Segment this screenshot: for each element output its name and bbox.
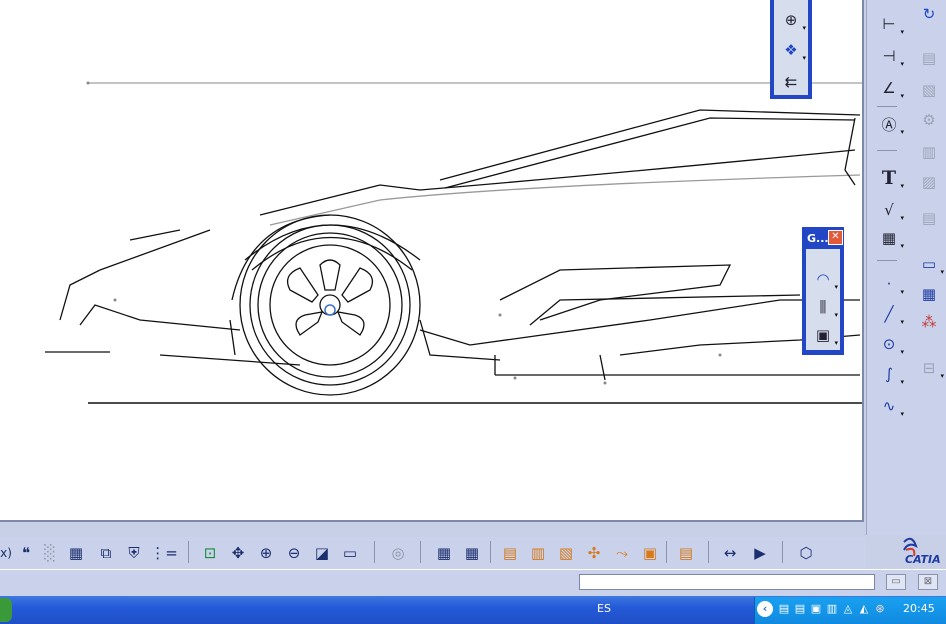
- dimension-properties-icon[interactable]: ⊣ ▾: [877, 44, 904, 68]
- catia-logo-text: CATIA: [905, 553, 941, 566]
- frame-icon[interactable]: ▣ ▾: [811, 323, 838, 347]
- arc-icon[interactable]: ◠ ▾: [811, 267, 838, 291]
- security-icon[interactable]: ⊛: [874, 603, 886, 615]
- zoom-out-icon[interactable]: ⊖: [282, 541, 306, 565]
- 3d-view-icon[interactable]: ⬡: [794, 541, 818, 565]
- balloon-icon[interactable]: ▶: [748, 541, 772, 565]
- curve-icon[interactable]: ∿ ▾: [877, 394, 904, 418]
- clipping-icon[interactable]: ✣: [582, 541, 606, 565]
- tree-icon[interactable]: ⧉: [94, 541, 118, 565]
- status-button-1[interactable]: ▭: [886, 574, 906, 590]
- paint-icon[interactable]: ❖ ▾: [779, 38, 806, 62]
- comment-icon[interactable]: ❝: [14, 541, 38, 565]
- network-icon[interactable]: ▤: [778, 603, 790, 615]
- grid-icon[interactable]: ▦: [917, 282, 941, 306]
- dimension-generation-icon[interactable]: ↔: [718, 541, 742, 565]
- fit-all-icon[interactable]: ⊡: [198, 541, 222, 565]
- roughness-icon[interactable]: √ ▾: [877, 198, 904, 222]
- grayed-icon-3[interactable]: ⚙: [917, 108, 941, 132]
- drawing-canvas[interactable]: [0, 0, 864, 522]
- grid-toggle-icon[interactable]: ▦: [432, 541, 456, 565]
- view-creation-icon[interactable]: ▤: [498, 541, 522, 565]
- dimension-icon[interactable]: ⊢ ▾: [877, 12, 904, 36]
- geometry-toolbar: G... ✕ ◠ ▾ ⫼ ▾ ▣ ▾: [802, 227, 844, 355]
- wifi-icon[interactable]: ◬: [842, 603, 854, 615]
- grayed-button[interactable]: ░: [38, 541, 62, 565]
- sheet-view-icon[interactable]: ▭: [338, 541, 362, 565]
- close-icon[interactable]: ✕: [828, 230, 843, 245]
- wizard-icon[interactable]: ▣: [638, 541, 662, 565]
- pattern-icon[interactable]: ⁂: [917, 310, 941, 334]
- start-button[interactable]: [0, 598, 12, 622]
- normal-view-icon[interactable]: ◪: [310, 541, 334, 565]
- frame-title-icon[interactable]: ▤: [674, 541, 698, 565]
- network-icon-2[interactable]: ▤: [794, 603, 806, 615]
- break-view-icon[interactable]: ⤳: [610, 541, 634, 565]
- grayed-icon-5[interactable]: ▨: [917, 170, 941, 194]
- command-input[interactable]: [579, 574, 875, 590]
- line-icon[interactable]: ╱ ▾: [877, 302, 904, 326]
- section-view-icon[interactable]: ▥: [526, 541, 550, 565]
- target-icon[interactable]: ⊕ ▾: [779, 8, 806, 32]
- arrow-left-icon[interactable]: ⇇: [779, 70, 803, 94]
- language-indicator[interactable]: ES: [597, 602, 611, 615]
- detail-view-icon[interactable]: ▧: [554, 541, 578, 565]
- bottom-toolbar: x) ❝ ░ ▦ ⧉ ⛨ ⋮= ⊡ ✥ ⊕ ⊖ ◪ ▭ ◎ ▦ ▦ ▤ ▥ ▧ …: [0, 537, 866, 569]
- table-button[interactable]: ▦: [64, 541, 88, 565]
- spline-icon[interactable]: ∫ ▾: [877, 362, 904, 386]
- monitor-icon[interactable]: ▣: [810, 603, 822, 615]
- snap-grid-icon[interactable]: ▦: [460, 541, 484, 565]
- zoom-in-icon[interactable]: ⊕: [254, 541, 278, 565]
- point-icon[interactable]: · ▾: [877, 272, 904, 296]
- grayed-icon-4[interactable]: ▥: [917, 140, 941, 164]
- tray-chevron-icon[interactable]: ‹: [757, 601, 773, 617]
- car-sketch: [45, 81, 862, 404]
- angle-dimension-icon[interactable]: ∠ ▾: [877, 76, 904, 100]
- analysis-toolbar: ⊕ ▾ ❖ ▾ ⇇: [770, 0, 812, 99]
- text-T-icon[interactable]: T ▾: [877, 166, 904, 190]
- wireless-icon[interactable]: ◭: [858, 603, 870, 615]
- lock-icon[interactable]: ⛨: [122, 541, 146, 565]
- status-button-2[interactable]: ⊠: [918, 574, 938, 590]
- circle-icon[interactable]: ⊙ ▾: [877, 332, 904, 356]
- right-toolbar: ⊢ ▾ ⊣ ▾ ∠ ▾ Ⓐ ▾ T ▾ √ ▾ ▦ ▾ · ▾ ╱ ▾ ⊙ ▾ ∫ ▾ ∿ ▾ ↻ ▤ …: [866, 0, 946, 535]
- clock: 20:45: [903, 602, 935, 615]
- mirror-icon[interactable]: ⫼ ▾: [811, 295, 838, 319]
- axis-icon[interactable]: ⊟ ▾: [917, 356, 944, 380]
- table-icon[interactable]: ▦ ▾: [877, 226, 904, 250]
- app-tray-icon[interactable]: ▥: [826, 603, 838, 615]
- rectangle-icon[interactable]: ▭ ▾: [917, 252, 944, 276]
- grayed-icon-2[interactable]: ▧: [917, 78, 941, 102]
- pan-icon[interactable]: ✥: [226, 541, 250, 565]
- list-icon[interactable]: ⋮=: [150, 541, 178, 565]
- text-icon[interactable]: Ⓐ ▾: [877, 112, 904, 137]
- grayed-icon-1[interactable]: ▤: [917, 46, 941, 70]
- grayed-icon-6[interactable]: ▤: [917, 206, 941, 230]
- swap-icon[interactable]: ◎: [386, 541, 410, 565]
- rotate-view-icon[interactable]: ↻: [917, 2, 941, 26]
